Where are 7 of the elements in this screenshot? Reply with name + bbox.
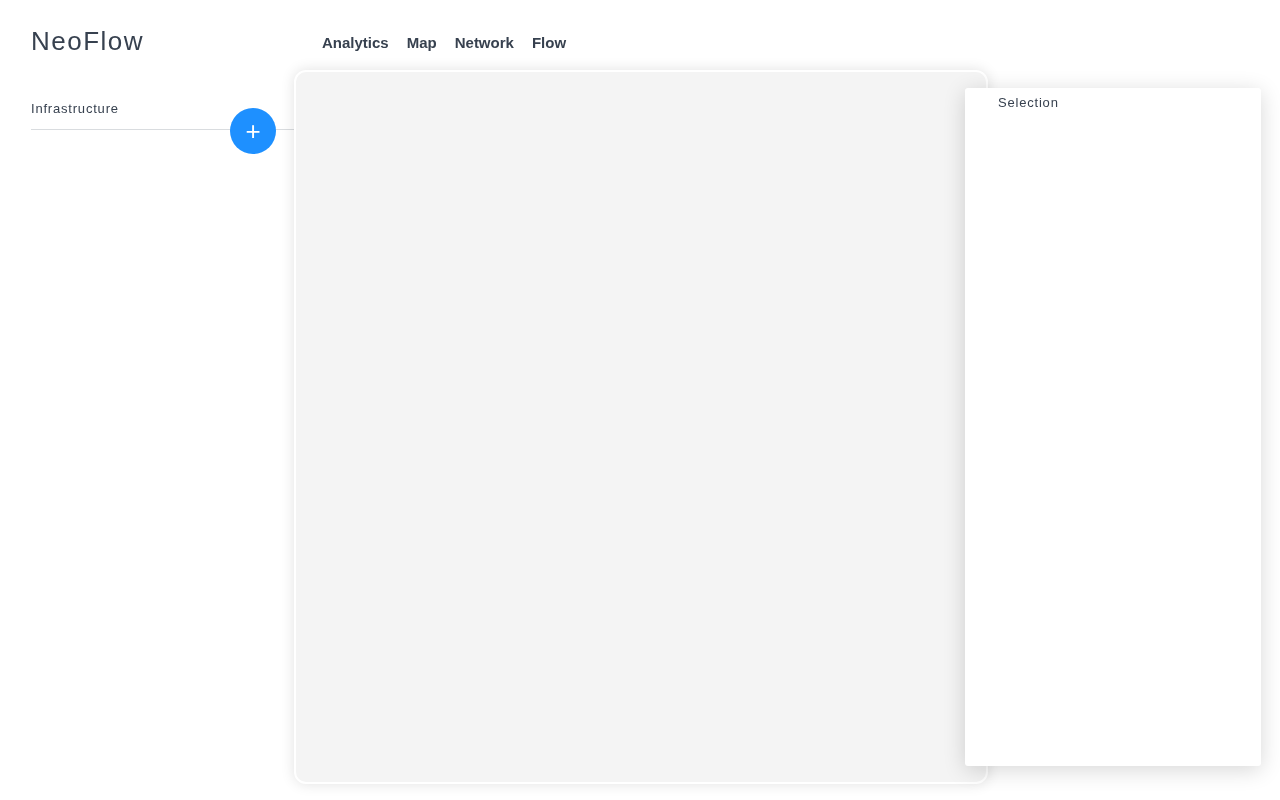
app-logo: NeoFlow — [31, 26, 145, 58]
section-title: Infrastructure — [31, 101, 119, 116]
nav-link[interactable]: Network — [454, 34, 514, 52]
nav-link[interactable]: Flow — [531, 34, 567, 52]
nav-link[interactable]: Analytics — [322, 34, 389, 52]
panel-title: Selection — [998, 95, 1059, 110]
nav-link[interactable]: Map — [406, 34, 437, 52]
